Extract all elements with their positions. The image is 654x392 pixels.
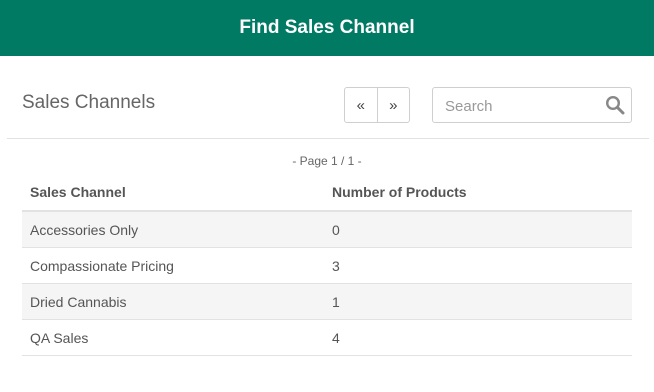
table-row[interactable]: Dried Cannabis 1 [22, 283, 632, 320]
search-box [432, 87, 632, 124]
sales-channel-name: QA Sales [22, 319, 324, 356]
next-page-button[interactable]: » [376, 88, 410, 122]
top-bar: Find Sales Channel [0, 0, 654, 56]
previous-page-button[interactable]: « [345, 88, 377, 122]
sales-channel-name: Dried Cannabis [22, 283, 324, 320]
search-input[interactable] [443, 88, 597, 124]
product-count: 4 [324, 319, 632, 356]
panel-title: Sales Channels [22, 92, 156, 113]
column-header-number-of-products[interactable]: Number of Products [324, 174, 632, 212]
page-indicator: - Page 1 / 1 - [292, 154, 362, 168]
product-count: 3 [324, 247, 632, 284]
table-row[interactable]: Compassionate Pricing 3 [22, 247, 632, 284]
table-row[interactable]: QA Sales 4 [22, 319, 632, 356]
table-row[interactable]: Accessories Only 0 [22, 211, 632, 248]
page-title: Find Sales Channel [239, 17, 415, 38]
table-header-row: Sales Channel Number of Products [22, 174, 632, 212]
product-count: 1 [324, 283, 632, 320]
sales-channel-name: Accessories Only [22, 211, 324, 248]
column-header-sales-channel[interactable]: Sales Channel [22, 174, 324, 212]
panel-header: Sales Channels « » [7, 56, 649, 139]
sales-channels-table: Sales Channel Number of Products Accesso… [22, 174, 632, 356]
sales-channel-name: Compassionate Pricing [22, 247, 324, 284]
product-count: 0 [324, 211, 632, 248]
pager: « » [344, 87, 410, 123]
search-icon[interactable] [605, 95, 625, 115]
sales-channels-panel: Sales Channels « » - Page 1 / 1 - Sales … [0, 56, 654, 356]
